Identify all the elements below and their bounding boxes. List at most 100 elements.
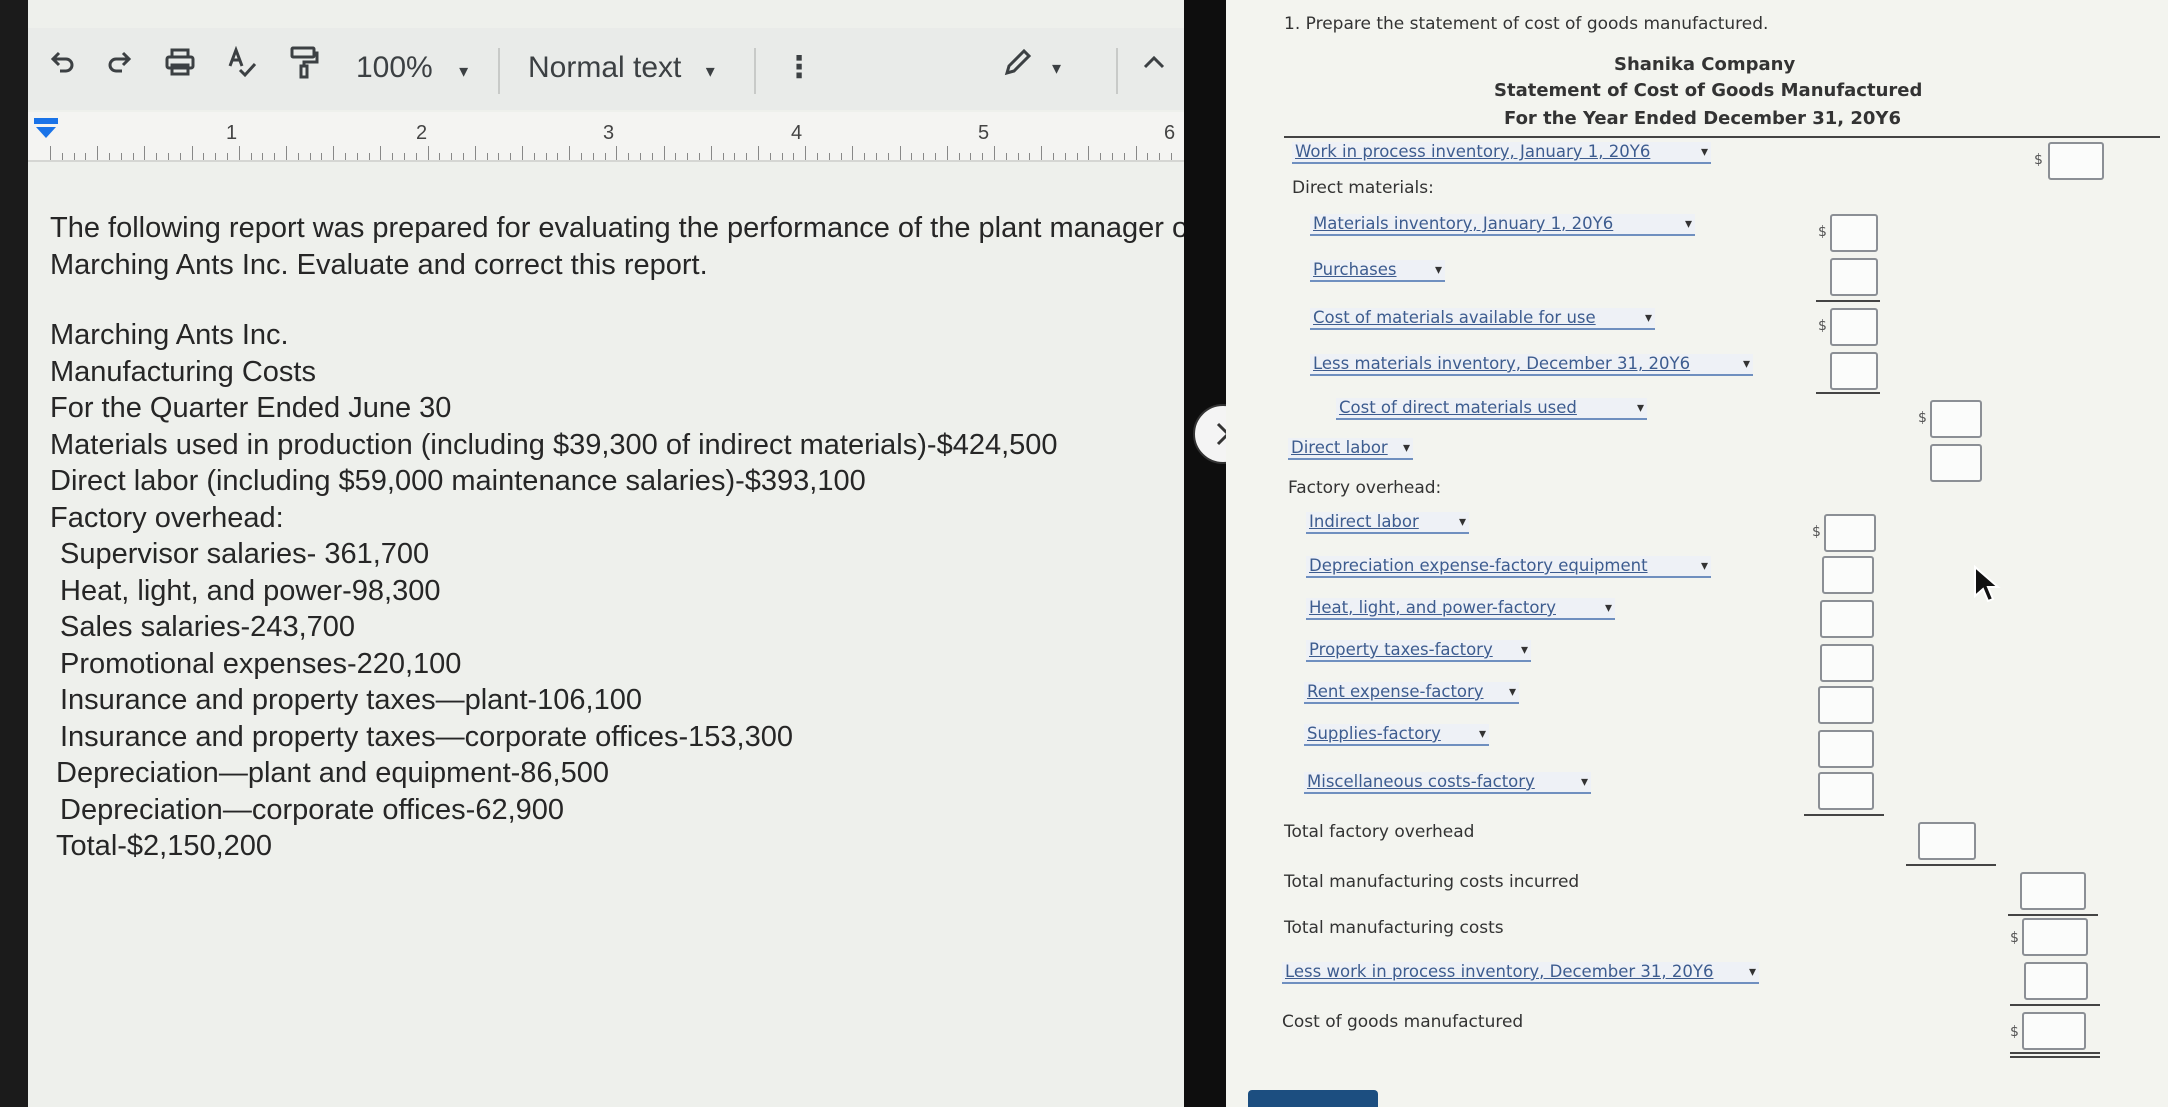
dropdown-property-taxes[interactable]: Property taxes-factory <box>1306 640 1531 662</box>
dropdown-misc[interactable]: Miscellaneous costs-factory <box>1304 772 1591 794</box>
ruler-tick <box>439 153 441 160</box>
ruler-tick <box>73 153 75 160</box>
overhead-item: Promotional expenses-220,100 <box>60 647 462 680</box>
amount-input-total-mfg[interactable] <box>2022 918 2088 956</box>
dropdown-direct-labor[interactable]: Direct labor <box>1288 438 1413 460</box>
ruler-tick <box>722 153 724 160</box>
dropdown-depreciation[interactable]: Depreciation expense-factory equipment <box>1306 556 1711 578</box>
amount-input-direct-labor[interactable] <box>1930 444 1982 482</box>
collapse-toolbar-icon[interactable] <box>1134 42 1174 82</box>
dollar-sign: $ <box>1812 524 1821 540</box>
ruler-tick <box>675 153 677 160</box>
amount-input-indirect-labor[interactable] <box>1824 514 1876 552</box>
cogm-label: Cost of goods manufactured <box>1282 1012 1524 1032</box>
amount-input-rent[interactable] <box>1818 686 1874 724</box>
indent-marker-icon[interactable] <box>32 118 62 142</box>
subtotal-rule <box>1804 814 1884 816</box>
docs-toolbar: 100% ▾ Normal text ▾ ⋮ ▾ <box>28 28 1184 110</box>
edit-mode-pencil-icon[interactable] <box>998 42 1038 82</box>
amount-input-misc[interactable] <box>1818 772 1874 810</box>
toolbar-divider <box>498 48 500 94</box>
report-title: Manufacturing Costs <box>50 355 316 388</box>
company-name: Marching Ants Inc. <box>50 319 289 351</box>
amount-input-total-foh[interactable] <box>1918 822 1976 860</box>
ruler-tick <box>274 153 276 160</box>
dollar-sign: $ <box>1818 224 1827 240</box>
toolbar-divider <box>754 48 756 94</box>
ruler-tick <box>203 153 205 160</box>
dropdown-wip-begin[interactable]: Work in process inventory, January 1, 20… <box>1292 142 1711 164</box>
print-icon[interactable] <box>160 42 200 82</box>
chevron-down-icon: ▾ <box>459 61 469 81</box>
amount-input-total-mfg-incurred[interactable] <box>2020 872 2086 910</box>
ruler-tick <box>864 153 866 160</box>
amount-input-depreciation[interactable] <box>1822 556 1874 594</box>
check-my-work-button[interactable] <box>1248 1090 1378 1107</box>
ruler-tick <box>911 153 913 160</box>
undo-icon[interactable] <box>42 42 82 82</box>
amount-input-dm-used[interactable] <box>1930 400 1982 438</box>
statement-company: Shanika Company <box>1614 54 1796 75</box>
ruler-tick <box>132 153 134 160</box>
amount-input-property-taxes[interactable] <box>1820 644 1874 682</box>
ruler[interactable]: 1 2 3 4 5 6 <box>28 112 1184 162</box>
overhead-item: Supervisor salaries- 361,700 <box>60 538 430 570</box>
edit-mode-chevron-icon[interactable]: ▾ <box>1052 46 1061 90</box>
ruler-tick <box>309 153 311 160</box>
zoom-select[interactable]: 100% ▾ <box>356 46 468 90</box>
ruler-tick <box>805 146 807 160</box>
ruler-tick <box>640 153 641 160</box>
ruler-tick <box>887 153 889 160</box>
dropdown-materials-begin[interactable]: Materials inventory, January 1, 20Y6 <box>1310 214 1695 236</box>
dropdown-less-wip-end[interactable]: Less work in process inventory, December… <box>1282 962 1759 984</box>
dropdown-indirect-labor[interactable]: Indirect labor <box>1306 512 1469 534</box>
document-body[interactable]: The following report was prepared for ev… <box>50 210 1184 865</box>
more-options-button[interactable]: ⋮ <box>784 46 814 90</box>
amount-input-cost-available[interactable] <box>1830 308 1878 346</box>
ruler-mark: 2 <box>416 122 428 144</box>
dollar-sign: $ <box>1818 318 1827 334</box>
ruler-tick <box>1123 153 1125 160</box>
header-rule <box>1284 136 2160 138</box>
total-line: Total-$2,150,200 <box>56 830 273 862</box>
ruler-tick <box>581 153 582 160</box>
ruler-tick <box>1076 153 1078 160</box>
ruler-tick <box>297 153 299 160</box>
amount-input-heat-light-power[interactable] <box>1820 600 1874 638</box>
ruler-mark: 4 <box>791 122 803 144</box>
dropdown-supplies[interactable]: Supplies-factory <box>1304 724 1489 746</box>
dropdown-less-materials-end[interactable]: Less materials inventory, December 31, 2… <box>1310 354 1753 376</box>
ruler-tick <box>451 153 453 160</box>
ruler-tick <box>876 153 877 160</box>
ruler-tick <box>109 153 110 160</box>
amount-input-wip-end[interactable] <box>2024 962 2088 1000</box>
dropdown-purchases[interactable]: Purchases <box>1310 260 1445 282</box>
ruler-tick <box>828 153 830 160</box>
ruler-tick <box>191 146 193 160</box>
ruler-tick <box>1029 153 1031 160</box>
total-factory-overhead-label: Total factory overhead <box>1284 822 1475 842</box>
spellcheck-icon[interactable] <box>222 42 262 82</box>
dollar-sign: $ <box>2010 1024 2019 1040</box>
ruler-tick <box>1135 146 1137 160</box>
amount-input-materials-end[interactable] <box>1830 352 1878 390</box>
ruler-tick <box>474 146 476 160</box>
amount-input-cogm[interactable] <box>2022 1012 2086 1050</box>
redo-icon[interactable] <box>100 42 140 82</box>
dropdown-cost-dm-used[interactable]: Cost of direct materials used <box>1336 398 1647 420</box>
split-divider[interactable] <box>1184 0 1226 1107</box>
style-select[interactable]: Normal text ▾ <box>528 46 715 90</box>
amount-input-supplies[interactable] <box>1818 730 1874 768</box>
amount-input-wip-begin[interactable] <box>2048 142 2104 180</box>
dropdown-cost-available[interactable]: Cost of materials available for use <box>1310 308 1655 330</box>
dropdown-heat-light-power[interactable]: Heat, light, and power-factory <box>1306 598 1615 620</box>
amount-input-purchases[interactable] <box>1830 258 1878 296</box>
ruler-tick <box>946 146 948 160</box>
dropdown-rent[interactable]: Rent expense-factory <box>1304 682 1519 704</box>
ruler-tick <box>592 153 594 160</box>
ruler-tick <box>50 146 51 160</box>
amount-input-materials-begin[interactable] <box>1830 214 1878 252</box>
dollar-sign: $ <box>1918 410 1927 426</box>
ruler-tick <box>227 153 228 160</box>
paint-format-icon[interactable] <box>284 42 324 82</box>
